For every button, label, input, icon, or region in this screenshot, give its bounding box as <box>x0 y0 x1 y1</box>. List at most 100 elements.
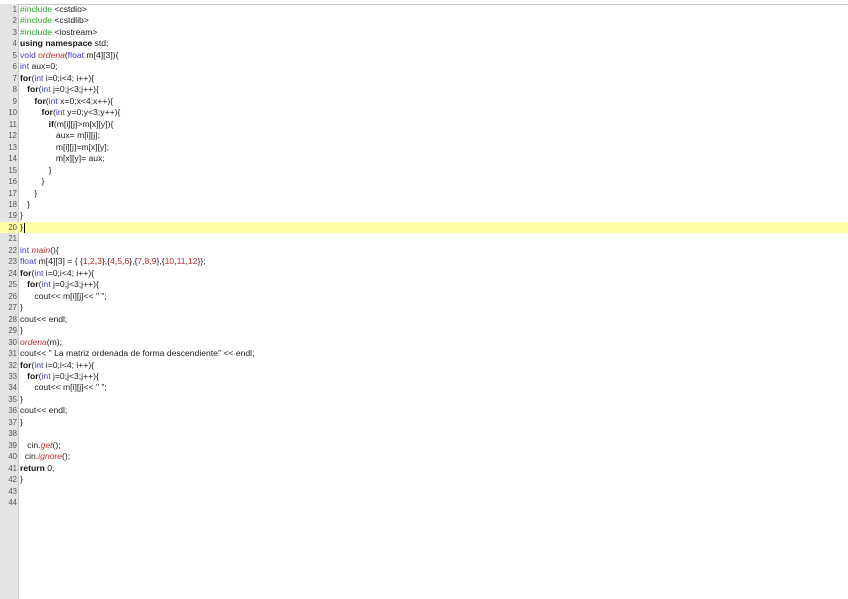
code-line[interactable]: 11 if(m[i][j]>m[x][y]){ <box>0 119 848 130</box>
code-text[interactable]: int aux=0; <box>20 61 58 72</box>
code-token: } <box>20 187 38 198</box>
code-text[interactable]: for(int j=0;j<3;j++){ <box>20 84 99 95</box>
code-token: (){ <box>50 244 59 255</box>
code-line[interactable]: 2 #include <cstdlib> <box>0 15 848 26</box>
code-line[interactable]: 19} <box>0 210 848 221</box>
code-text[interactable]: } <box>20 222 23 233</box>
code-text[interactable]: using namespace std; <box>20 38 108 49</box>
code-line[interactable]: 24 for(int i=0;i<4; i++){ <box>0 268 848 279</box>
code-text[interactable]: } <box>20 176 44 187</box>
code-text[interactable]: } <box>20 199 30 210</box>
code-text[interactable]: if(m[i][j]>m[x][y]){ <box>20 119 114 130</box>
code-line[interactable]: 36 cout<< endl; <box>0 405 848 416</box>
code-text[interactable]: cin.get(); <box>20 440 60 451</box>
code-text[interactable]: for(int i=0;i<4; i++){ <box>20 268 94 279</box>
code-lines[interactable]: 1 #include <cstdio> 2 #include <cstdlib> 3 #i… <box>0 4 848 509</box>
code-text[interactable]: } <box>20 325 23 336</box>
code-text[interactable]: int main(){ <box>20 245 59 256</box>
code-text[interactable]: cout<< " La matriz ordenada de forma des… <box>20 348 254 359</box>
code-line[interactable]: 29} <box>0 325 848 336</box>
code-line[interactable]: 26 cout<< m[i][j]<< " "; <box>0 291 848 302</box>
code-token: for <box>27 279 39 290</box>
code-text[interactable]: } <box>20 474 23 485</box>
code-line[interactable]: 32 for(int i=0;i<4; i++){ <box>0 360 848 371</box>
code-text[interactable]: } <box>20 165 52 176</box>
code-line[interactable]: 33 for(int j=0;j<3;j++){ <box>0 371 848 382</box>
code-line[interactable]: 27} <box>0 302 848 313</box>
code-line[interactable]: 42} <box>0 474 848 485</box>
code-text[interactable]: } <box>20 302 23 313</box>
code-line[interactable]: 38 <box>0 428 848 439</box>
code-line[interactable]: 20} <box>0 221 848 234</box>
code-text[interactable]: for(int i=0;i<4; i++){ <box>20 73 94 84</box>
code-editor[interactable]: 1 #include <cstdio> 2 #include <cstdlib> 3 #i… <box>0 0 848 599</box>
code-line[interactable]: 23 float m[4][3] = { {1,2,3},{4,5,6},{7,8… <box>0 256 848 267</box>
code-text[interactable]: } <box>20 417 23 428</box>
code-text[interactable]: } <box>20 188 37 199</box>
code-line[interactable]: 37} <box>0 417 848 428</box>
code-text[interactable]: for(int j=0;j<3;j++){ <box>20 279 99 290</box>
code-text[interactable]: m[i][j]=m[x][y]; <box>20 142 109 153</box>
code-text[interactable]: } <box>20 394 23 405</box>
code-line[interactable]: 9 for(int x=0;x<4;x++){ <box>0 96 848 107</box>
code-line[interactable]: 30 ordena(m); <box>0 337 848 348</box>
code-token: }}; <box>197 256 206 267</box>
code-line[interactable]: 31 cout<< " La matriz ordenada de forma d… <box>0 348 848 359</box>
code-text[interactable]: #include <cstdio> <box>20 4 87 15</box>
code-line[interactable]: 6 int aux=0; <box>0 61 848 72</box>
code-line[interactable]: 8 for(int j=0;j<3;j++){ <box>0 84 848 95</box>
code-line[interactable]: 14 m[x][y]= aux; <box>0 153 848 164</box>
code-line[interactable]: 16 } <box>0 176 848 187</box>
code-token: int <box>55 107 65 118</box>
line-number: 44 <box>8 498 17 508</box>
code-line[interactable]: 28 cout<< endl; <box>0 314 848 325</box>
code-line[interactable]: 43 <box>0 486 848 497</box>
code-text[interactable]: cin.ignore(); <box>20 451 70 462</box>
code-line[interactable]: 21 <box>0 233 848 244</box>
code-line[interactable]: 22 int main(){ <box>0 245 848 256</box>
code-line[interactable]: 44 <box>0 497 848 508</box>
code-line[interactable]: 7 for(int i=0;i<4; i++){ <box>0 73 848 84</box>
code-text[interactable]: for(int y=0;y<3;y++){ <box>20 107 121 118</box>
line-number: 36 <box>8 406 17 416</box>
code-text[interactable]: m[x][y]= aux; <box>20 153 105 164</box>
code-text[interactable]: cout<< m[i][j]<< " "; <box>20 291 107 302</box>
line-number: 13 <box>8 142 17 152</box>
code-line[interactable]: 10 for(int y=0;y<3;y++){ <box>0 107 848 118</box>
code-line[interactable]: 5 void ordena(float m[4][3]){ <box>0 50 848 61</box>
code-text[interactable]: cout<< endl; <box>20 314 67 325</box>
code-line[interactable]: 1 #include <cstdio> <box>0 4 848 15</box>
code-line[interactable]: 4 using namespace std; <box>0 38 848 49</box>
code-text[interactable]: ordena(m); <box>20 337 62 348</box>
code-text[interactable]: for(int i=0;i<4; i++){ <box>20 360 94 371</box>
code-text[interactable]: aux= m[i][j]; <box>20 130 100 141</box>
code-token: for <box>27 371 39 381</box>
code-text[interactable]: } <box>20 210 23 221</box>
code-text[interactable]: float m[4][3] = { {1,2,3},{4,5,6},{7,8,9… <box>20 256 206 267</box>
code-line[interactable]: 18 } <box>0 199 848 210</box>
code-text[interactable]: cout<< m[i][j]<< " "; <box>20 382 107 393</box>
code-line[interactable]: 25 for(int j=0;j<3;j++){ <box>0 279 848 290</box>
line-number: 11 <box>8 119 17 129</box>
code-text[interactable]: return 0; <box>20 463 54 474</box>
code-line[interactable]: 3 #include <iostream> <box>0 27 848 38</box>
code-line[interactable]: 35} <box>0 394 848 405</box>
code-line[interactable]: 41 return 0; <box>0 463 848 474</box>
code-text[interactable]: cout<< endl; <box>20 405 67 416</box>
code-line[interactable]: 15 } <box>0 165 848 176</box>
code-token: int <box>41 84 51 95</box>
code-text[interactable]: for(int j=0;j<3;j++){ <box>20 371 99 382</box>
code-line[interactable]: 34 cout<< m[i][j]<< " "; <box>0 382 848 393</box>
code-text[interactable]: for(int x=0;x<4;x++){ <box>20 96 113 107</box>
code-text[interactable]: #include <cstdlib> <box>20 15 89 26</box>
code-line[interactable]: 40 cin.ignore(); <box>0 451 848 462</box>
code-line[interactable]: 12 aux= m[i][j]; <box>0 130 848 141</box>
code-token: 0; <box>44 462 55 473</box>
code-line[interactable]: 13 m[i][j]=m[x][y]; <box>0 142 848 153</box>
code-text[interactable]: #include <iostream> <box>20 27 97 38</box>
code-line[interactable]: 17 } <box>0 188 848 199</box>
code-line[interactable]: 39 cin.get(); <box>0 440 848 451</box>
code-text[interactable]: void ordena(float m[4][3]){ <box>20 50 118 61</box>
code-token: y=0;y<3;y++){ <box>64 107 121 118</box>
line-number: 34 <box>8 383 17 393</box>
